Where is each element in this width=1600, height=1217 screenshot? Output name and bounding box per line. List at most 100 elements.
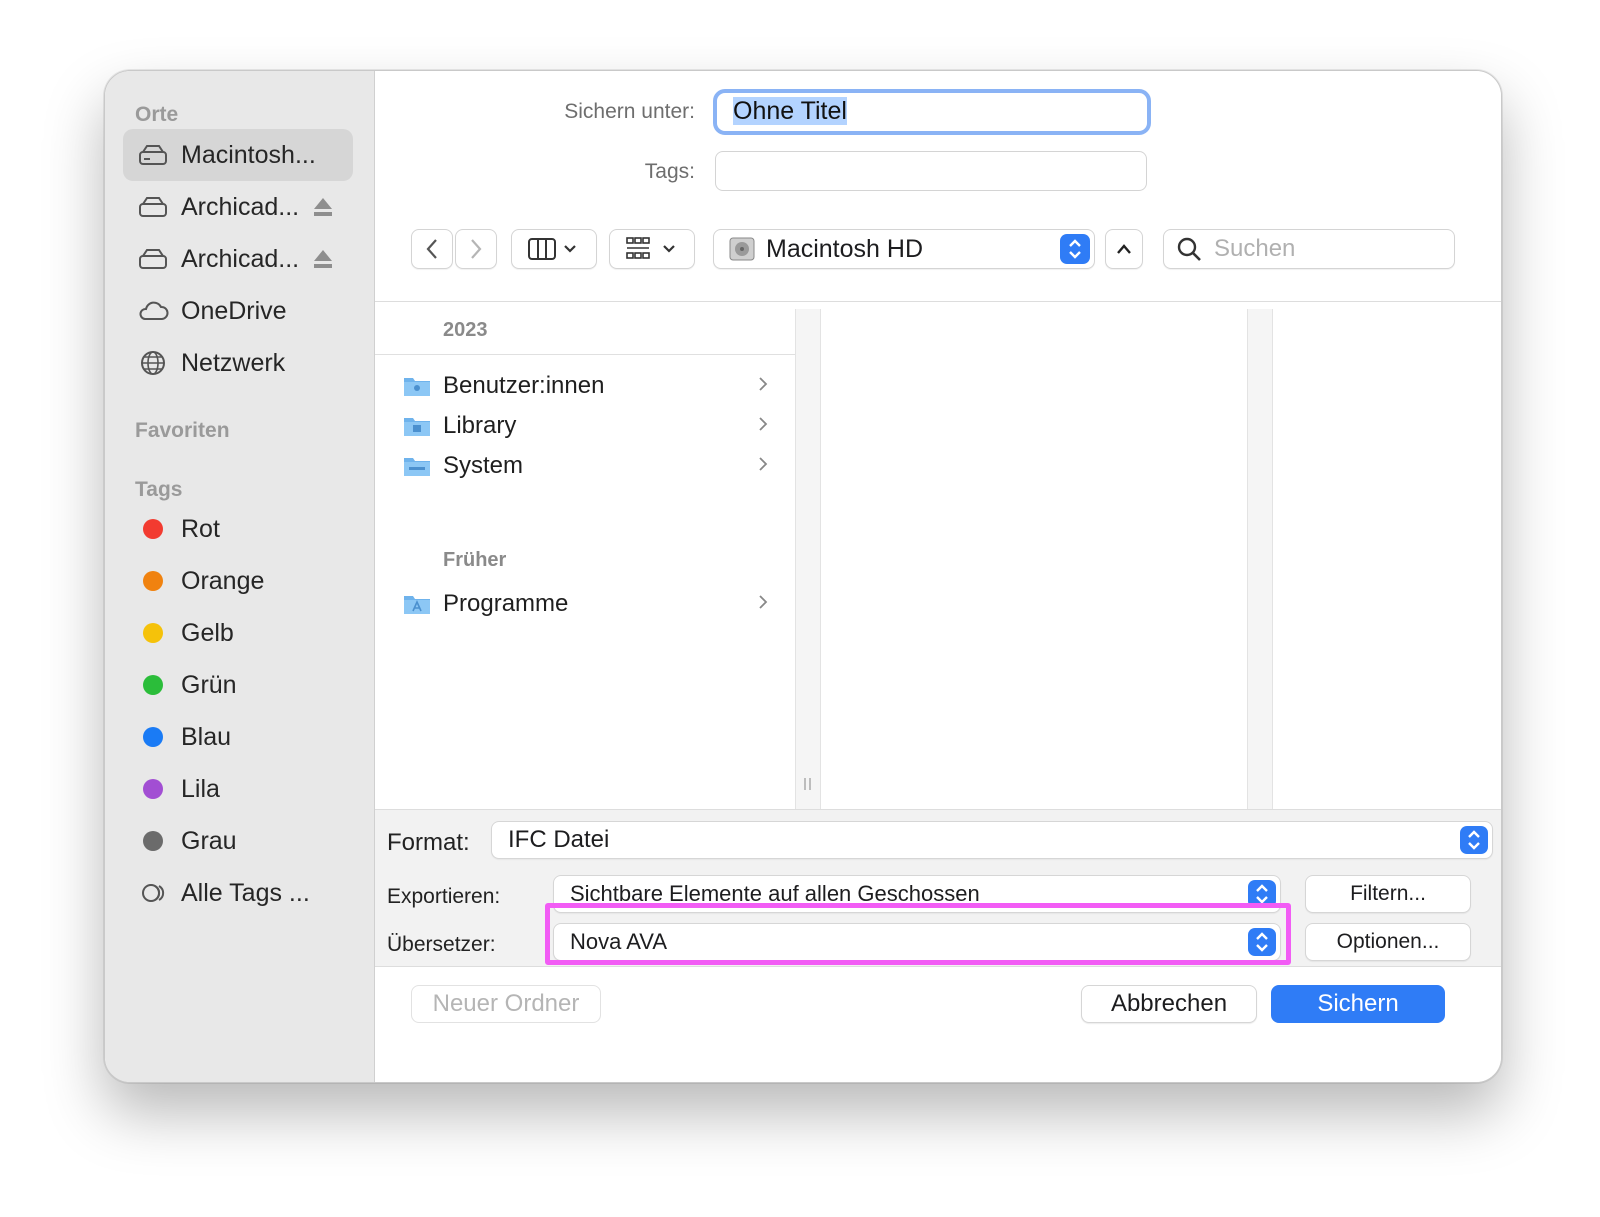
sidebar-item-label: Alle Tags ... xyxy=(181,878,310,907)
applications-folder-icon xyxy=(404,596,430,614)
drive-icon xyxy=(137,246,169,272)
chevron-right-icon xyxy=(759,417,768,431)
back-button[interactable] xyxy=(411,229,453,269)
tag-color-dot xyxy=(143,519,163,539)
new-folder-button[interactable]: Neuer Ordner xyxy=(411,985,601,1023)
search-placeholder: Suchen xyxy=(1214,235,1296,262)
sidebar-item-archicad-2[interactable]: Archicad... xyxy=(123,233,353,285)
sidebar-item-label: OneDrive xyxy=(181,296,287,325)
format-value: IFC Datei xyxy=(508,826,610,853)
sidebar-tag-red[interactable]: Rot xyxy=(123,503,353,555)
browser-row-programme[interactable]: Programme xyxy=(403,585,779,623)
toolbar-divider xyxy=(375,301,1501,302)
chevron-left-icon xyxy=(426,239,437,259)
columns-icon xyxy=(528,238,576,260)
save-as-input[interactable]: Ohne Titel xyxy=(713,89,1151,135)
sidebar-tag-green[interactable]: Grün xyxy=(123,659,353,711)
sidebar-item-macintosh-hd[interactable]: Macintosh... xyxy=(123,129,353,181)
sidebar-tag-yellow[interactable]: Gelb xyxy=(123,607,353,659)
chevron-right-icon xyxy=(759,377,768,391)
sidebar-tag-purple[interactable]: Lila xyxy=(123,763,353,815)
browser-row-benutzer[interactable]: Benutzer:innen xyxy=(403,367,779,405)
sidebar-tag-all[interactable]: Alle Tags ... xyxy=(123,867,353,919)
drive-icon xyxy=(137,194,169,220)
earlier-header: Früher xyxy=(443,549,507,571)
chevron-right-icon xyxy=(759,457,768,471)
tag-color-dot xyxy=(143,727,163,747)
browser-item-label: Benutzer:innen xyxy=(443,372,605,399)
tag-color-dot xyxy=(143,571,163,591)
sidebar-tag-orange[interactable]: Orange xyxy=(123,555,353,607)
browser-item-label: Programme xyxy=(443,590,569,617)
sidebar-tag-gray[interactable]: Grau xyxy=(123,815,353,867)
grid-icon xyxy=(626,237,675,259)
column-header-divider xyxy=(375,354,795,355)
translator-label: Übersetzer: xyxy=(387,933,496,956)
tag-color-dot xyxy=(143,831,163,851)
eject-icon[interactable] xyxy=(313,196,333,218)
save-as-label: Sichern unter: xyxy=(564,100,695,123)
sidebar-item-archicad-1[interactable]: Archicad... xyxy=(123,181,353,233)
cloud-icon xyxy=(137,298,169,324)
save-button[interactable]: Sichern xyxy=(1271,985,1445,1023)
resize-grip-icon xyxy=(804,778,811,790)
location-popup[interactable]: Macintosh HD xyxy=(713,229,1095,269)
annotation-highlight xyxy=(545,903,1291,965)
browser-item-label: Library xyxy=(443,412,517,439)
sidebar: Orte Macintosh... Archicad... Archicad..… xyxy=(105,71,375,1082)
chevron-right-icon xyxy=(759,595,768,609)
format-popup[interactable]: IFC Datei xyxy=(491,821,1493,859)
sidebar-tag-blue[interactable]: Blau xyxy=(123,711,353,763)
sidebar-item-label: Blau xyxy=(181,722,232,751)
filter-button[interactable]: Filtern... xyxy=(1305,875,1471,913)
stepper-icon xyxy=(1060,234,1090,264)
all-tags-icon xyxy=(139,880,171,906)
sidebar-item-label: Gelb xyxy=(181,618,234,647)
save-as-value: Ohne Titel xyxy=(733,97,847,125)
sidebar-item-label: Grau xyxy=(181,826,237,855)
location-label: Macintosh HD xyxy=(766,234,923,263)
group-button[interactable] xyxy=(609,229,695,269)
globe-icon xyxy=(137,350,169,376)
sidebar-section-favorites: Favoriten xyxy=(135,419,230,442)
system-folder-icon xyxy=(404,458,430,476)
browser-item-label: System xyxy=(443,452,524,479)
options-button[interactable]: Optionen... xyxy=(1305,923,1471,961)
chevron-up-icon xyxy=(1117,244,1131,254)
sidebar-item-network[interactable]: Netzwerk xyxy=(123,337,353,389)
tag-color-dot xyxy=(143,675,163,695)
save-dialog: Orte Macintosh... Archicad... Archicad..… xyxy=(104,70,1502,1083)
export-label: Exportieren: xyxy=(387,885,501,908)
sidebar-section-places: Orte xyxy=(135,103,179,126)
search-field[interactable]: Suchen xyxy=(1163,229,1455,269)
sidebar-section-tags: Tags xyxy=(135,478,183,501)
sidebar-item-label: Macintosh... xyxy=(181,140,316,169)
column-resize-handle[interactable] xyxy=(1247,309,1273,809)
format-label: Format: xyxy=(387,829,470,856)
cancel-button[interactable]: Abbrechen xyxy=(1081,985,1257,1023)
chevron-right-icon xyxy=(471,239,482,259)
browser-row-library[interactable]: Library xyxy=(403,407,779,445)
sidebar-item-label: Lila xyxy=(181,774,220,803)
search-icon xyxy=(1177,237,1201,261)
forward-button[interactable] xyxy=(455,229,497,269)
expand-collapse-button[interactable] xyxy=(1105,229,1143,269)
library-folder-icon xyxy=(404,418,430,436)
stepper-icon xyxy=(1460,826,1488,854)
sidebar-item-label: Grün xyxy=(181,670,237,699)
drive-icon xyxy=(137,142,169,168)
main-panel: Sichern unter: Ohne Titel Tags: Macintos… xyxy=(375,71,1501,1082)
sidebar-item-onedrive[interactable]: OneDrive xyxy=(123,285,353,337)
sidebar-item-label: Archicad... xyxy=(181,192,300,221)
eject-icon[interactable] xyxy=(313,248,333,270)
column-view-button[interactable] xyxy=(511,229,597,269)
tag-color-dot xyxy=(143,779,163,799)
sidebar-item-label: Archicad... xyxy=(181,244,300,273)
users-folder-icon xyxy=(404,378,430,396)
tags-label: Tags: xyxy=(644,160,695,183)
tags-input[interactable] xyxy=(715,151,1147,191)
browser-row-system[interactable]: System xyxy=(403,447,779,485)
column-resize-handle[interactable] xyxy=(795,309,821,809)
sidebar-item-label: Rot xyxy=(181,514,220,543)
column-header-2023: 2023 xyxy=(443,319,488,341)
